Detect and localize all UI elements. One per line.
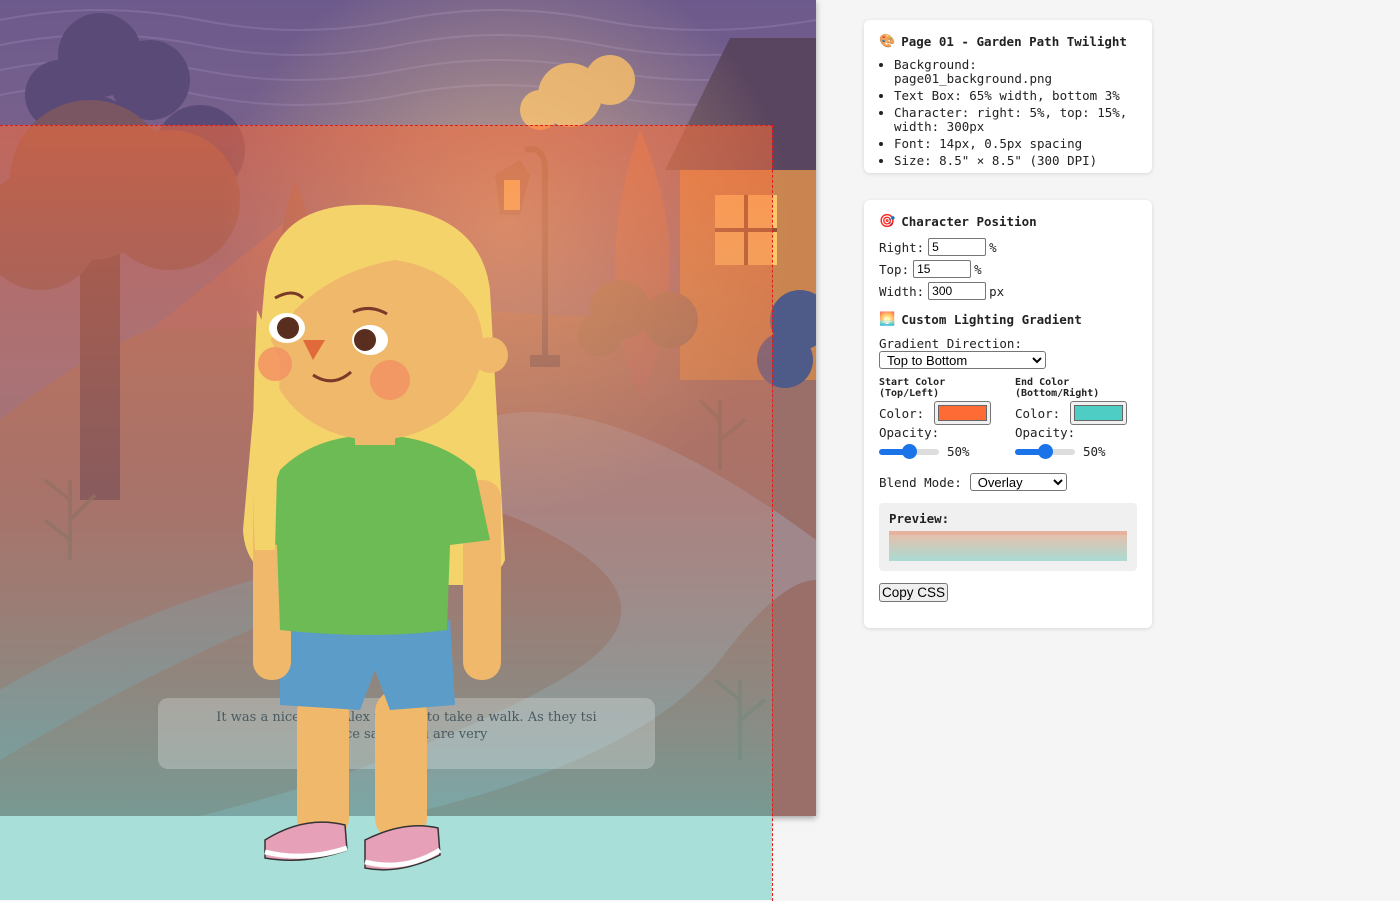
character-position-title-row: 🎯 Character Position [879, 214, 1137, 229]
start-color-label: Color: [879, 405, 925, 421]
copy-css-button[interactable]: Copy CSS [879, 583, 949, 602]
gradient-title: Custom Lighting Gradient [901, 312, 1082, 327]
end-color-group: End Color (Bottom/Right) Color: Opacity:… [1015, 377, 1127, 459]
right-input[interactable] [928, 238, 987, 256]
palette-icon: 🎨 [879, 34, 896, 49]
direction-select[interactable]: Top to Bottom [879, 351, 1046, 369]
start-opacity-label: Opacity: [879, 425, 940, 440]
end-color-row: Color: [1015, 401, 1127, 425]
gradient-preview: Preview: [879, 503, 1137, 571]
start-color-title: Start Color (Top/Left) [879, 377, 946, 399]
top-label: Top: [879, 261, 910, 277]
top-unit: % [974, 261, 982, 277]
right-label: Right: [879, 239, 925, 255]
info-background: Background: page01_background.png [894, 58, 1137, 86]
end-color-title: End Color (Bottom/Right) [1015, 377, 1100, 399]
info-size: Size: 8.5" × 8.5" (300 DPI) [894, 154, 1137, 168]
start-opacity-value: 50% [947, 444, 970, 459]
end-color-picker[interactable] [1070, 401, 1127, 425]
start-color-row: Color: [879, 401, 991, 425]
info-character: Character: right: 5%, top: 15%, width: 3… [894, 106, 1137, 134]
end-opacity-thumb[interactable] [1037, 443, 1053, 459]
blend-row: Blend Mode: Overlay [879, 473, 1137, 491]
color-columns: Start Color (Top/Left) Color: Opacity: 5… [879, 377, 1137, 459]
preview-label: Preview: [889, 511, 950, 526]
right-unit: % [989, 239, 997, 255]
page-info-panel: 🎨 Page 01 - Garden Path Twilight Backgro… [864, 20, 1152, 173]
end-opacity-row: 50% [1015, 443, 1127, 459]
end-opacity-label: Opacity: [1015, 425, 1076, 440]
page-info-title-row: 🎨 Page 01 - Garden Path Twilight [879, 34, 1137, 49]
end-opacity-slider[interactable] [1015, 443, 1075, 459]
blend-select[interactable]: Overlay [969, 473, 1067, 491]
end-color-swatch [1074, 405, 1123, 421]
preview-swatch [889, 531, 1127, 561]
start-opacity-thumb[interactable] [901, 443, 917, 459]
start-color-group: Start Color (Top/Left) Color: Opacity: 5… [879, 377, 991, 459]
info-text-box: Text Box: 65% width, bottom 3% [894, 89, 1137, 103]
controls-panel: 🎯 Character Position Right: % Top: % Wid… [864, 200, 1152, 628]
width-label: Width: [879, 283, 925, 299]
character-illustration[interactable] [235, 200, 525, 880]
target-icon: 🎯 [879, 214, 896, 229]
start-color-picker[interactable] [934, 401, 991, 425]
blend-label: Blend Mode: [879, 474, 962, 490]
end-opacity-value: 50% [1083, 444, 1106, 459]
start-color-swatch [938, 405, 987, 421]
width-row: Width: px [879, 282, 1137, 300]
start-opacity-slider[interactable] [879, 443, 939, 459]
character-position-title: Character Position [901, 214, 1037, 229]
page-canvas: It was a nice in nd Alex wanted to take … [0, 0, 816, 901]
info-font: Font: 14px, 0.5px spacing [894, 137, 1137, 151]
page-info-list: Background: page01_background.png Text B… [879, 58, 1137, 168]
end-color-label: Color: [1015, 405, 1061, 421]
sunrise-icon: 🌅 [879, 312, 896, 327]
width-unit: px [989, 283, 1005, 299]
direction-label: Gradient Direction: [879, 336, 1022, 351]
gradient-title-row: 🌅 Custom Lighting Gradient [879, 312, 1137, 327]
top-input[interactable] [913, 260, 972, 278]
right-row: Right: % [879, 238, 1137, 256]
page-info-title: Page 01 - Garden Path Twilight [901, 34, 1127, 49]
width-input[interactable] [928, 282, 987, 300]
start-opacity-row: 50% [879, 443, 991, 459]
top-row: Top: % [879, 260, 1137, 278]
